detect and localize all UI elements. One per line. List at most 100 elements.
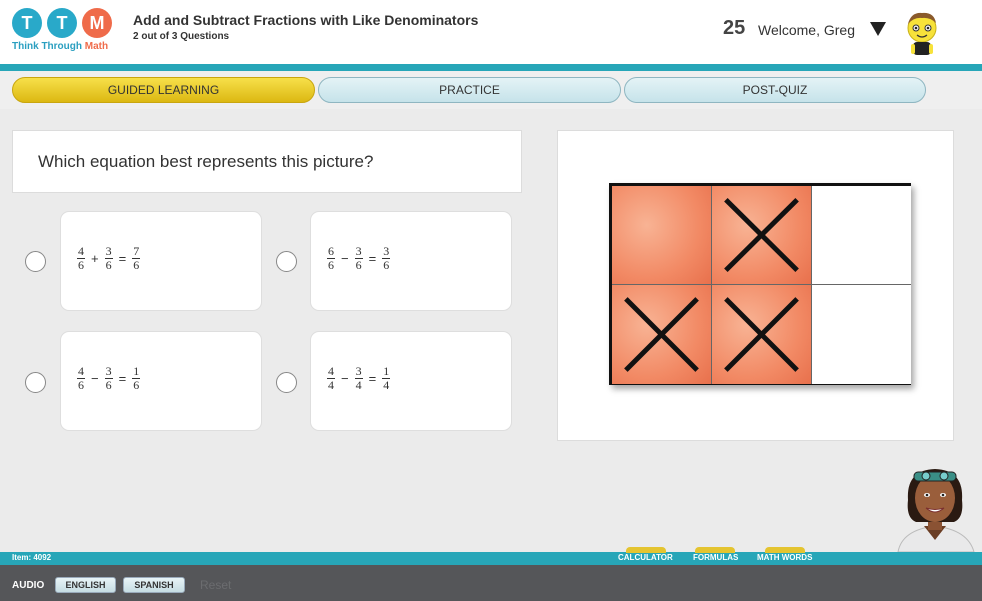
logo-tag-think: Think <box>12 41 39 52</box>
denominator: 6 <box>355 258 362 272</box>
numerator: 1 <box>383 364 390 378</box>
formulas-button[interactable]: FORMULAS <box>693 553 738 562</box>
lesson-content: Which equation best represents this pict… <box>0 109 982 553</box>
calculator-button[interactable]: CALCULATOR <box>618 553 673 562</box>
grid-cell-crossed <box>612 285 712 384</box>
denominator: 4 <box>383 378 390 392</box>
operator: − <box>341 371 349 386</box>
numerator: 1 <box>133 364 140 378</box>
fraction: 16 <box>132 364 141 392</box>
tutor-avatar[interactable] <box>888 460 982 553</box>
answer-1-card[interactable]: 46 + 36 = 76 <box>60 211 262 311</box>
logo-letter-m: M <box>82 8 112 38</box>
question-text: Which equation best represents this pict… <box>38 152 374 171</box>
fraction: 46 <box>77 244 85 272</box>
english-audio-button[interactable]: ENGLISH <box>55 577 116 593</box>
equals-sign: = <box>118 371 127 386</box>
numerator: 3 <box>355 364 362 378</box>
status-bar: Item: 4092 CALCULATOR FORMULAS MATH WORD… <box>0 547 982 565</box>
logo-letter-t1: T <box>12 8 42 38</box>
logo-tag-math: Math <box>84 41 109 52</box>
fraction-grid <box>609 183 911 385</box>
numerator: 6 <box>328 244 334 258</box>
denominator: 6 <box>105 378 112 392</box>
section-tabs: GUIDED LEARNING PRACTICE POST-QUIZ <box>0 71 982 109</box>
audio-toolbar: AUDIO ENGLISH SPANISH Reset <box>0 565 982 601</box>
grid-cell-crossed <box>712 285 812 384</box>
grid-cell-empty <box>812 285 911 384</box>
grid-cell-shaded <box>612 186 712 285</box>
lesson-title: Add and Subtract Fractions with Like Den… <box>133 12 479 28</box>
cross-out-icon <box>724 297 799 372</box>
fraction: 46 <box>77 365 85 392</box>
operator: − <box>91 371 99 386</box>
denominator: 6 <box>78 378 84 392</box>
fraction: 36 <box>104 364 113 392</box>
fraction: 66 <box>327 244 335 272</box>
answer-1-radio[interactable] <box>25 251 46 272</box>
denominator: 6 <box>383 258 390 272</box>
answer-2-card[interactable]: 66 − 36 = 36 <box>310 211 512 311</box>
numerator: 3 <box>383 244 390 258</box>
tab-post-quiz[interactable]: POST-QUIZ <box>624 77 926 103</box>
math-words-button[interactable]: MATH WORDS <box>757 553 812 562</box>
answer-4-radio[interactable] <box>276 372 297 393</box>
grid-cell-crossed <box>712 186 812 285</box>
fraction: 36 <box>104 244 113 272</box>
audio-label: AUDIO <box>12 580 45 591</box>
points-counter: 25 <box>723 17 746 39</box>
grid-cell-empty <box>812 186 911 285</box>
numerator: 3 <box>355 244 362 258</box>
operator: − <box>341 251 349 266</box>
answer-4-card[interactable]: 44 − 34 = 14 <box>310 331 512 431</box>
denominator: 6 <box>133 378 140 392</box>
lesson-progress: 2 out of 3 Questions <box>133 31 230 42</box>
equals-sign: = <box>118 251 127 266</box>
answer-3-card[interactable]: 46 − 36 = 16 <box>60 331 262 431</box>
fraction: 76 <box>132 244 141 272</box>
fraction: 14 <box>382 364 391 392</box>
fraction: 36 <box>382 244 391 272</box>
numerator: 3 <box>105 244 112 258</box>
fraction: 36 <box>354 244 363 272</box>
user-menu-caret-icon[interactable] <box>870 22 886 36</box>
logo-tag-through: Through <box>41 41 82 52</box>
item-id: Item: 4092 <box>12 553 52 562</box>
cross-out-icon <box>624 297 699 372</box>
header-accent-bar <box>0 64 982 71</box>
tab-practice[interactable]: PRACTICE <box>318 77 621 103</box>
answer-3-equation: 46 − 36 = 16 <box>77 364 141 392</box>
answer-1-equation: 46 + 36 = 76 <box>77 244 141 272</box>
numerator: 7 <box>133 244 140 258</box>
denominator: 6 <box>78 258 84 272</box>
answer-2-equation: 66 − 36 = 36 <box>327 244 391 272</box>
question-card: Which equation best represents this pict… <box>12 130 522 193</box>
answer-2-radio[interactable] <box>276 251 297 272</box>
logo-letter-t2: T <box>47 8 77 38</box>
operator: + <box>91 251 99 266</box>
denominator: 4 <box>355 378 362 392</box>
answer-4-equation: 44 − 34 = 14 <box>327 364 391 392</box>
numerator: 3 <box>105 364 112 378</box>
denominator: 6 <box>105 258 112 272</box>
numerator: 4 <box>78 244 84 258</box>
equals-sign: = <box>368 371 377 386</box>
reset-button[interactable]: Reset <box>200 578 231 592</box>
answer-3-radio[interactable] <box>25 372 46 393</box>
spanish-audio-button[interactable]: SPANISH <box>123 577 185 593</box>
ttm-logo[interactable]: T T M Think Through Math <box>12 8 117 56</box>
fraction: 44 <box>327 364 335 392</box>
logo-tagline: Think Through Math <box>12 41 108 52</box>
welcome-text: Welcome, Greg <box>758 22 855 38</box>
denominator: 6 <box>133 258 140 272</box>
denominator: 6 <box>328 258 334 272</box>
user-avatar[interactable] <box>899 8 945 58</box>
app-header: T T M Think Through Math Add and Subtrac… <box>0 0 982 64</box>
picture-card <box>557 130 954 441</box>
fraction: 34 <box>354 364 363 392</box>
equals-sign: = <box>368 251 377 266</box>
cross-out-icon <box>724 197 799 273</box>
numerator: 4 <box>328 364 334 378</box>
denominator: 4 <box>328 378 334 392</box>
tab-guided-learning[interactable]: GUIDED LEARNING <box>12 77 315 103</box>
